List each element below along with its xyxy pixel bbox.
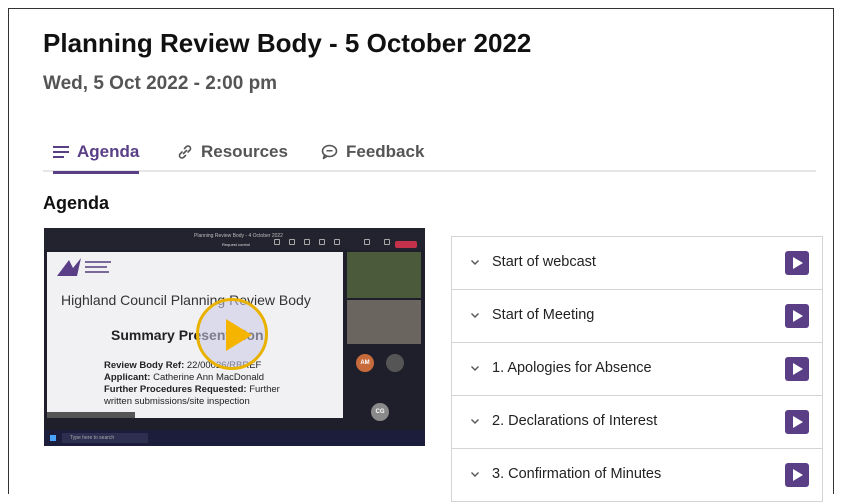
tab-feedback[interactable]: Feedback [321, 132, 424, 172]
play-item-button[interactable] [785, 357, 809, 381]
agenda-item-label: 3. Confirmation of Minutes [492, 466, 662, 482]
chevron-down-icon [471, 313, 479, 318]
section-heading: Agenda [43, 193, 110, 213]
list-icon [53, 145, 69, 159]
council-logo [57, 258, 111, 276]
slide-details: Review Body Ref: 22/00026/RBREF Applican… [104, 360, 280, 407]
agenda-item[interactable]: 3. Confirmation of Minutes [452, 449, 822, 502]
play-item-button[interactable] [785, 410, 809, 434]
agenda-item-label: 1. Apologies for Absence [492, 360, 652, 376]
tab-bar: Agenda Resources Feedback [43, 132, 816, 174]
chevron-down-icon [471, 260, 479, 265]
participant-avatar-more [386, 354, 404, 372]
agenda-item[interactable]: Start of webcast [452, 237, 822, 290]
tab-agenda[interactable]: Agenda [53, 132, 140, 174]
page-title: Planning Review Body - 5 October 2022 [43, 28, 532, 58]
taskbar: Type here to search [44, 430, 425, 446]
play-item-button[interactable] [785, 463, 809, 487]
windows-icon [50, 435, 56, 441]
meeting-datetime: Wed, 5 Oct 2022 - 2:00 pm [43, 73, 278, 94]
participant-avatar: AM [356, 354, 374, 372]
agenda-item-label: Start of webcast [492, 254, 596, 270]
agenda-list: Start of webcast Start of Meeting 1. Apo… [451, 236, 823, 502]
agenda-item-label: 2. Declarations of Interest [492, 413, 658, 429]
meeting-window-title: Planning Review Body - 4 October 2022 [194, 233, 283, 239]
video-player[interactable]: Planning Review Body - 4 October 2022 Re… [44, 228, 425, 446]
play-item-button[interactable] [785, 304, 809, 328]
participant-video [347, 252, 421, 298]
play-item-button[interactable] [785, 251, 809, 275]
slide-caption-bar [47, 412, 135, 418]
request-control-button: Request control [222, 242, 251, 247]
presentation-slide: Highland Council Planning Review Body Su… [47, 252, 343, 418]
link-icon [177, 144, 193, 160]
meeting-toolbar: Planning Review Body - 4 October 2022 Re… [44, 228, 425, 250]
tab-agenda-label: Agenda [77, 142, 140, 161]
participant-video [347, 300, 421, 344]
tab-resources-label: Resources [201, 142, 288, 161]
slide-heading: Highland Council Planning Review Body [61, 292, 311, 308]
chevron-down-icon [471, 472, 479, 477]
agenda-item-label: Start of Meeting [492, 307, 595, 323]
leave-button [395, 241, 417, 248]
chevron-down-icon [471, 419, 479, 424]
participant-avatar: CG [371, 403, 389, 421]
tab-feedback-label: Feedback [346, 142, 425, 161]
play-icon [226, 319, 252, 351]
agenda-item[interactable]: 1. Apologies for Absence [452, 343, 822, 396]
taskbar-search: Type here to search [62, 433, 148, 443]
tab-resources[interactable]: Resources [177, 132, 288, 172]
chevron-down-icon [471, 366, 479, 371]
agenda-item[interactable]: Start of Meeting [452, 290, 822, 343]
agenda-item[interactable]: 2. Declarations of Interest [452, 396, 822, 449]
chat-icon [321, 144, 338, 160]
play-button[interactable] [196, 298, 268, 370]
